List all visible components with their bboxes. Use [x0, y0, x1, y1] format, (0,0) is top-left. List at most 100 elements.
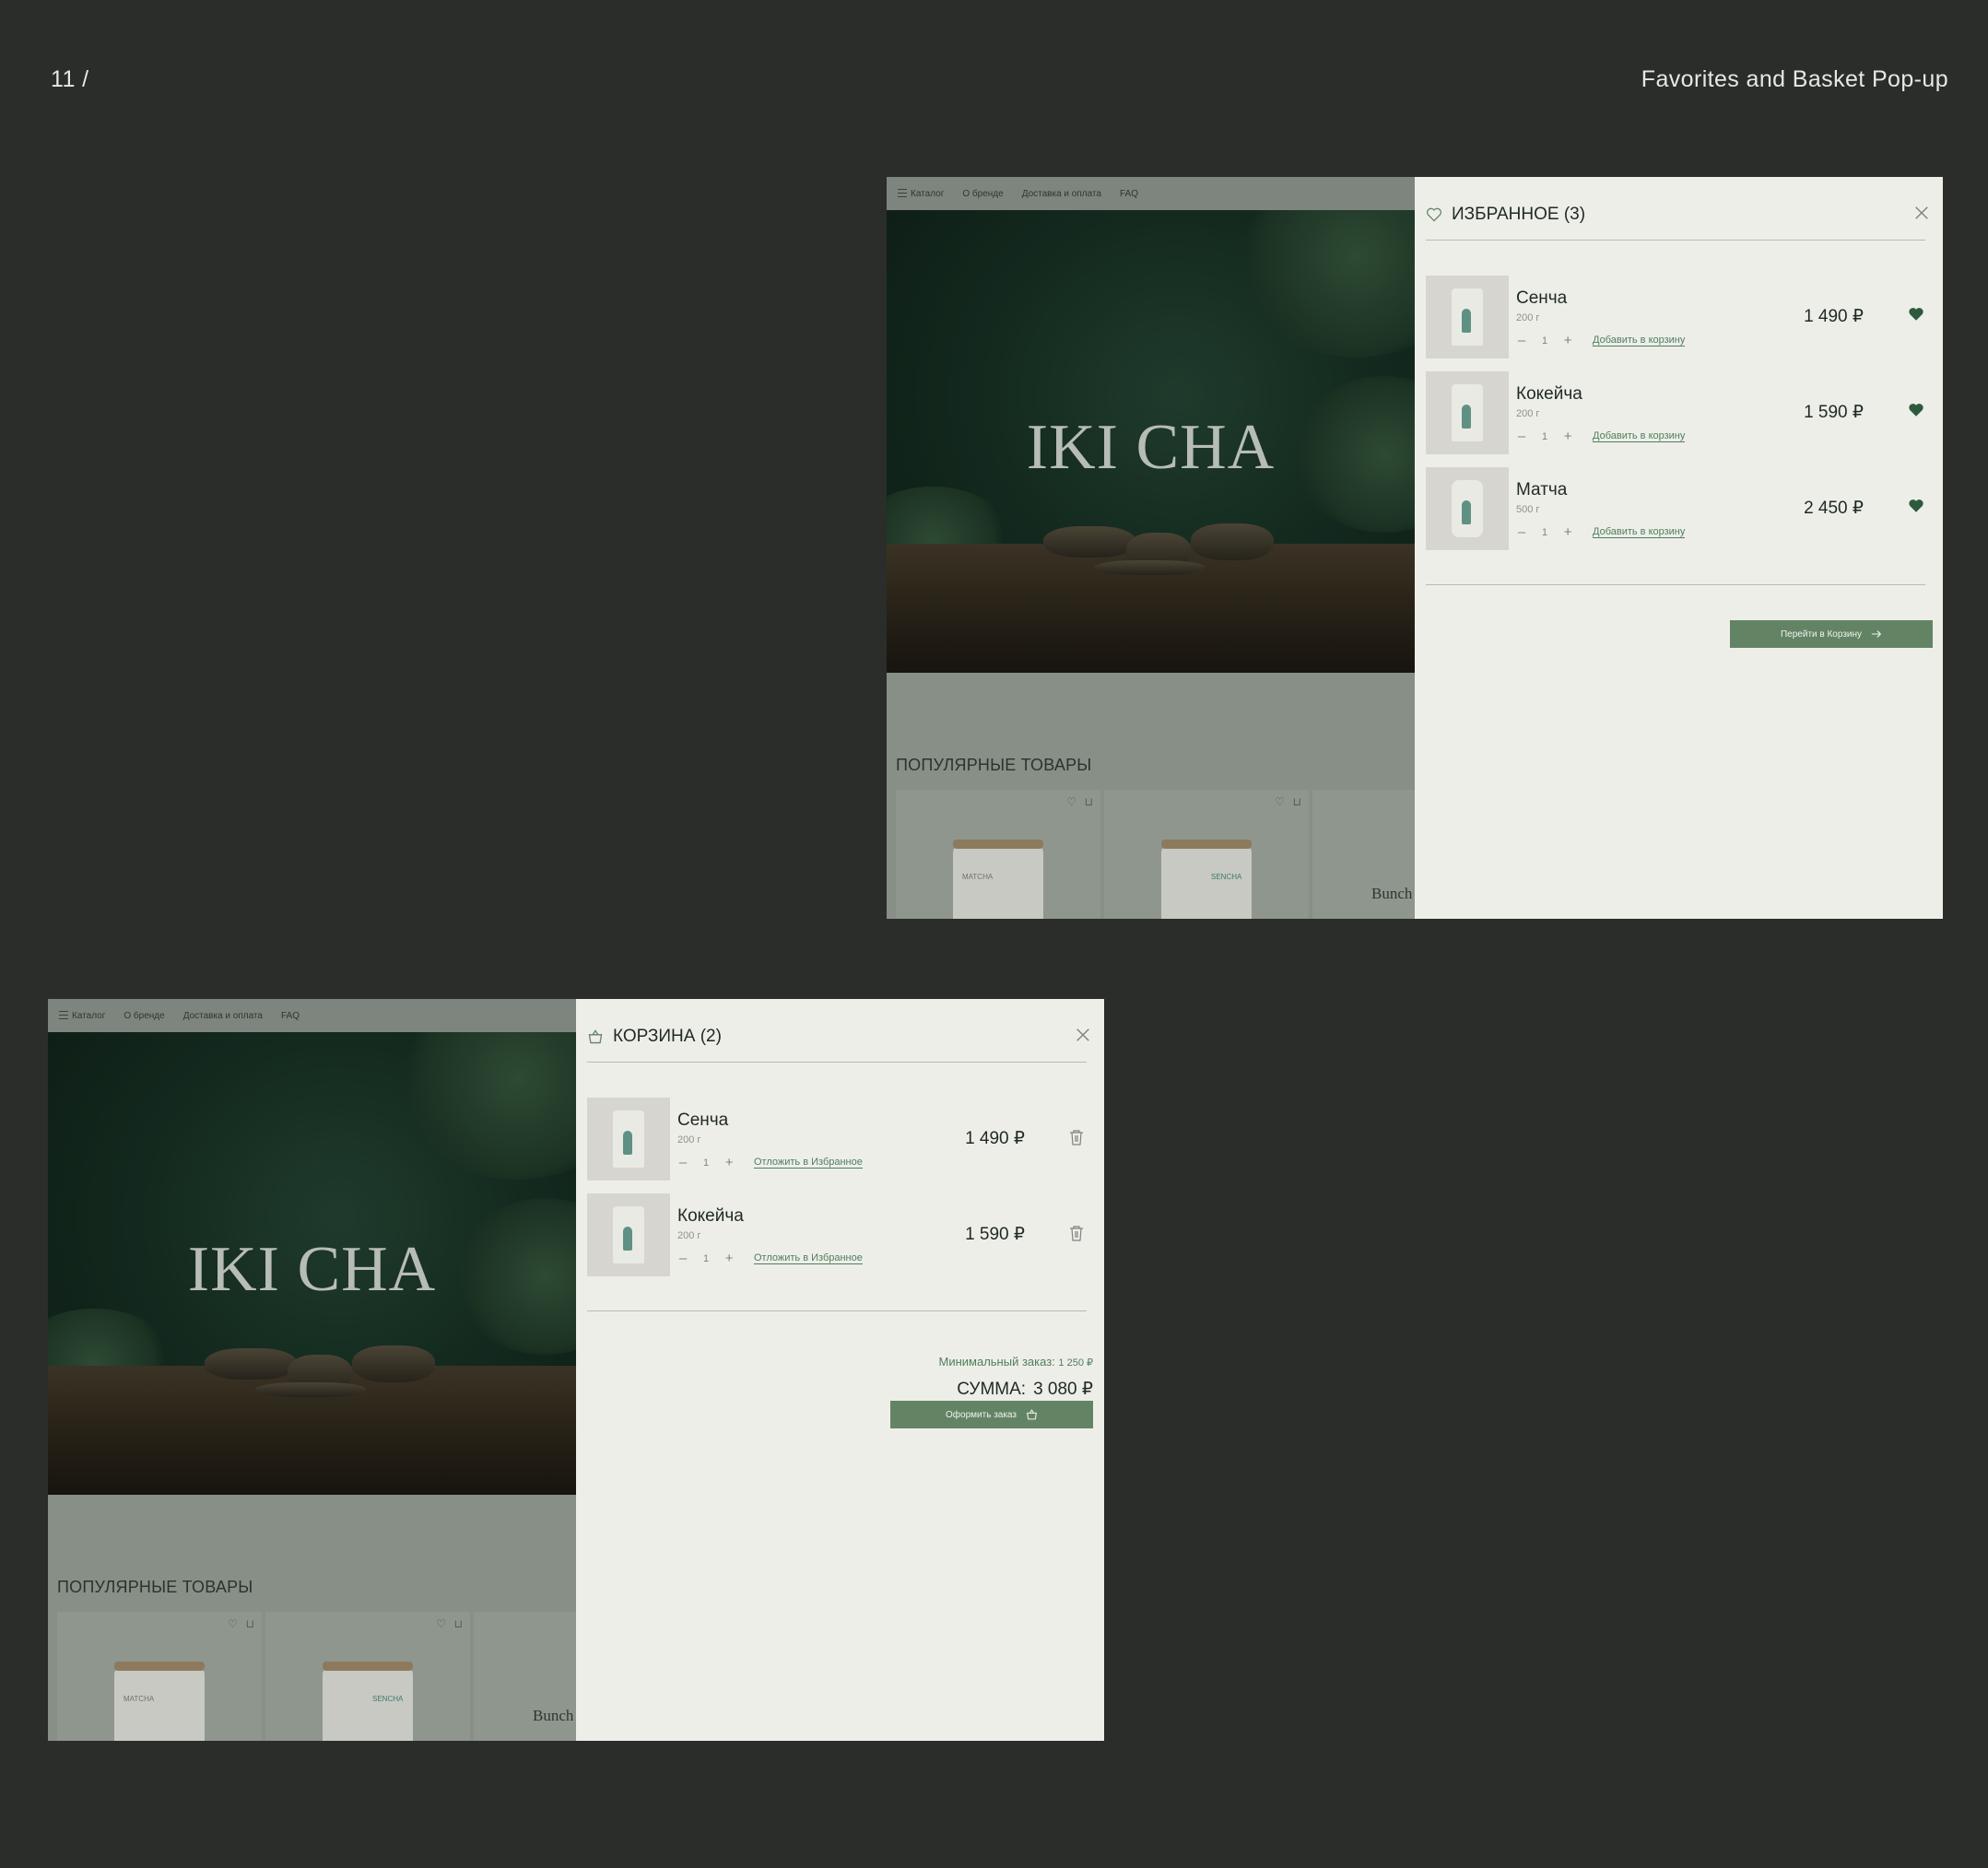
- quantity-stepper: – 1 +: [1516, 333, 1573, 348]
- hero-image: IKI CHA: [887, 210, 1415, 673]
- site-nav: Каталог О бренде Доставка и оплата FAQ: [887, 177, 1415, 210]
- plate: [255, 1382, 366, 1397]
- nav-item-faq[interactable]: FAQ: [281, 1011, 300, 1021]
- basket-icon[interactable]: ⊔: [1085, 795, 1093, 808]
- heart-filled-icon[interactable]: [1908, 306, 1924, 323]
- add-to-cart-link[interactable]: Добавить в корзину: [1593, 430, 1686, 442]
- product-thumbnail[interactable]: [587, 1193, 670, 1276]
- decrease-button[interactable]: –: [677, 1155, 688, 1170]
- brand-logo: IKI CHA: [1026, 412, 1276, 483]
- quantity-value: 1: [1542, 430, 1548, 442]
- basket-item: Сенча 200 г – 1 + Отложить в Избранное 1…: [587, 1098, 1089, 1181]
- nav-item-catalog[interactable]: Каталог: [59, 1011, 105, 1021]
- quantity-stepper: – 1 +: [677, 1251, 735, 1266]
- slide-title: Favorites and Basket Pop-up: [1641, 66, 1948, 92]
- heart-outline-icon[interactable]: ♡: [1066, 795, 1076, 808]
- decrease-button[interactable]: –: [1516, 429, 1527, 444]
- increase-button[interactable]: +: [723, 1155, 735, 1170]
- quantity-value: 1: [703, 1252, 710, 1264]
- basket-icon[interactable]: ⊔: [246, 1617, 254, 1630]
- can-label: MATCHA: [124, 1695, 155, 1703]
- product-card[interactable]: ♡ ⊔ MATCHA: [57, 1612, 262, 1741]
- add-to-cart-link[interactable]: Добавить в корзину: [1593, 526, 1686, 538]
- product-card[interactable]: ♡ ⊔ SENCHA: [1104, 790, 1309, 919]
- favorites-header: ИЗБРАННОЕ (3): [1426, 205, 1585, 225]
- heart-outline-icon[interactable]: ♡: [1275, 795, 1285, 808]
- trash-icon[interactable]: [1069, 1225, 1084, 1241]
- move-to-favorites-link[interactable]: Отложить в Избранное: [754, 1252, 863, 1264]
- trash-icon[interactable]: [1069, 1129, 1084, 1145]
- quantity-stepper: – 1 +: [677, 1155, 735, 1170]
- product-card[interactable]: Bunch: [1312, 790, 1415, 919]
- site-background: Каталог О бренде Доставка и оплата FAQ I…: [887, 177, 1415, 919]
- pack-label: Bunch: [1371, 885, 1413, 902]
- slide-number: 11 /: [51, 66, 89, 92]
- site-nav: Каталог О бренде Доставка и оплата FAQ: [48, 999, 576, 1032]
- quantity-value: 1: [703, 1157, 710, 1169]
- increase-button[interactable]: +: [723, 1251, 735, 1266]
- move-to-favorites-link[interactable]: Отложить в Избранное: [754, 1157, 863, 1169]
- basket-icon: [1026, 1409, 1037, 1420]
- quantity-stepper: – 1 +: [1516, 524, 1573, 540]
- increase-button[interactable]: +: [1562, 333, 1573, 348]
- product-weight: 200 г: [677, 1230, 701, 1241]
- sum-label: СУММА:: [957, 1380, 1027, 1399]
- product-thumbnail[interactable]: [587, 1098, 670, 1181]
- nav-item-faq[interactable]: FAQ: [1120, 189, 1138, 199]
- increase-button[interactable]: +: [1562, 524, 1573, 540]
- product-weight: 200 г: [1516, 408, 1540, 419]
- increase-button[interactable]: +: [1562, 429, 1573, 444]
- go-to-basket-button[interactable]: Перейти в Корзину: [1730, 620, 1933, 648]
- tea-can: MATCHA: [114, 1662, 205, 1741]
- product-name: Сенча: [677, 1110, 729, 1130]
- min-order-label: Минимальный заказ:: [938, 1355, 1055, 1369]
- favorites-panel: ИЗБРАННОЕ (3) Сенча 200 г – 1 + Добавить…: [1415, 177, 1943, 919]
- heart-filled-icon[interactable]: [1908, 498, 1924, 514]
- basket-item: Кокейча 200 г – 1 + Отложить в Избранное…: [587, 1193, 1089, 1276]
- decrease-button[interactable]: –: [1516, 524, 1527, 540]
- plate: [1094, 560, 1205, 575]
- section-title: ПОПУЛЯРНЫЕ ТОВАРЫ: [57, 1578, 253, 1596]
- quantity-value: 1: [1542, 526, 1548, 538]
- product-name: Кокейча: [1516, 384, 1582, 404]
- product-card[interactable]: ♡ ⊔ SENCHA: [265, 1612, 470, 1741]
- product-card[interactable]: Bunch: [474, 1612, 576, 1741]
- min-order: Минимальный заказ: 1 250 ₽: [939, 1355, 1094, 1369]
- favorite-item: Матча 500 г – 1 + Добавить в корзину 2 4…: [1426, 467, 1928, 550]
- close-icon[interactable]: [1913, 205, 1930, 221]
- tea-can: SENCHA: [323, 1662, 413, 1741]
- close-icon[interactable]: [1075, 1027, 1091, 1043]
- heart-outline-icon[interactable]: ♡: [436, 1617, 446, 1630]
- nav-item-catalog[interactable]: Каталог: [898, 189, 944, 199]
- basket-icon: [588, 1029, 603, 1044]
- favorites-mockup: Каталог О бренде Доставка и оплата FAQ I…: [887, 177, 1943, 919]
- product-thumbnail[interactable]: [1426, 276, 1509, 358]
- basket-icon[interactable]: ⊔: [1293, 795, 1301, 808]
- bowl-stack: [1191, 523, 1274, 560]
- product-card[interactable]: ♡ ⊔ MATCHA: [896, 790, 1100, 919]
- decrease-button[interactable]: –: [1516, 333, 1527, 348]
- checkout-button[interactable]: Оформить заказ: [890, 1401, 1093, 1428]
- product-weight: 200 г: [677, 1134, 701, 1145]
- nav-item-delivery[interactable]: Доставка и оплата: [183, 1011, 263, 1021]
- product-name: Сенча: [1516, 288, 1568, 308]
- add-to-cart-link[interactable]: Добавить в корзину: [1593, 335, 1686, 347]
- product-thumbnail[interactable]: [1426, 371, 1509, 454]
- basket-panel: КОРЗИНА (2) Сенча 200 г – 1 + Отложить в…: [576, 999, 1104, 1741]
- tea-can: SENCHA: [1161, 840, 1252, 919]
- burger-menu-icon: [59, 1011, 68, 1020]
- product-thumbnail[interactable]: [1426, 467, 1509, 550]
- heart-outline-icon[interactable]: ♡: [228, 1617, 238, 1630]
- bowl-stack: [352, 1345, 435, 1382]
- product-price: 1 490 ₽: [965, 1129, 1025, 1148]
- product-name: Матча: [1516, 480, 1568, 499]
- decrease-button[interactable]: –: [677, 1251, 688, 1266]
- sum-value: 3 080 ₽: [1033, 1380, 1093, 1399]
- basket-icon[interactable]: ⊔: [454, 1617, 463, 1630]
- nav-item-delivery[interactable]: Доставка и оплата: [1022, 189, 1101, 199]
- heart-filled-icon[interactable]: [1908, 402, 1924, 418]
- can-label: SENCHA: [372, 1695, 404, 1703]
- product-price: 1 590 ₽: [965, 1225, 1025, 1244]
- nav-item-brand[interactable]: О бренде: [962, 189, 1003, 199]
- nav-item-brand[interactable]: О бренде: [124, 1011, 164, 1021]
